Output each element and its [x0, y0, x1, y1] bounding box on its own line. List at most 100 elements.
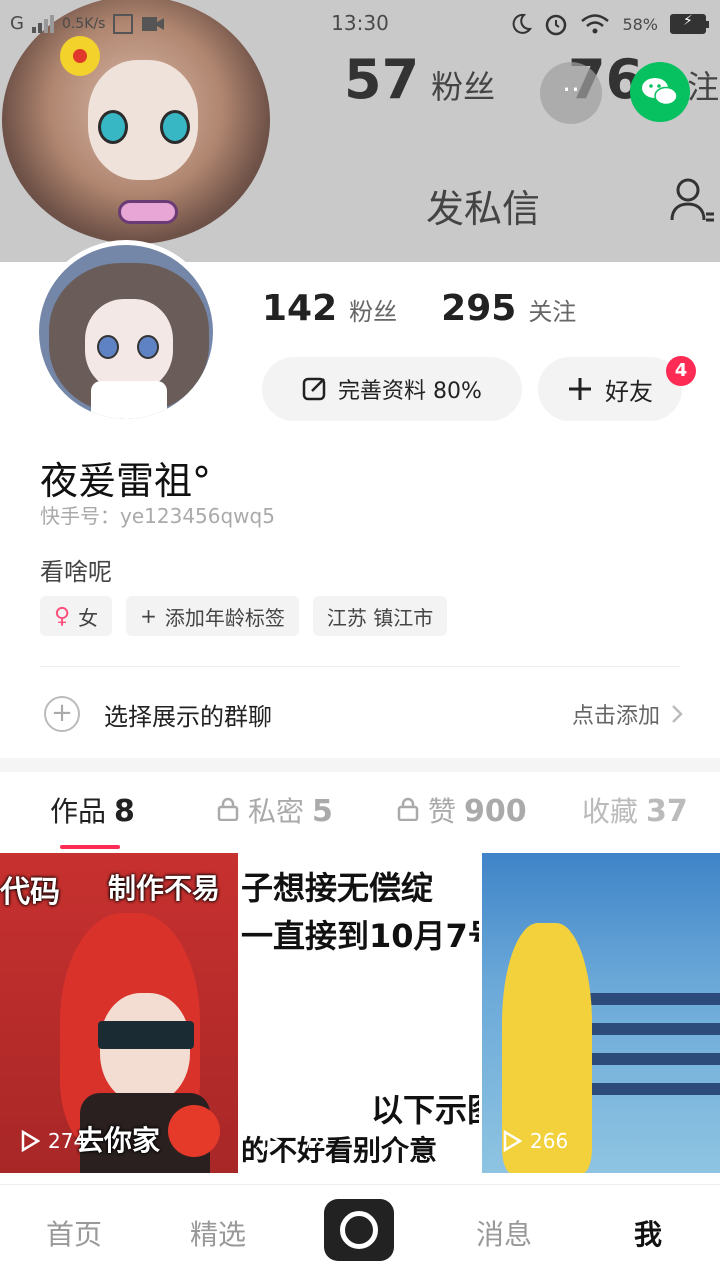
play-count-value: 266	[530, 1129, 569, 1153]
play-count: 279	[261, 1129, 327, 1153]
tab-likes-label: 赞	[428, 795, 457, 828]
add-friend-button[interactable]: 好友	[538, 357, 682, 421]
video-caption: 去你家	[76, 1124, 161, 1157]
lock-icon	[397, 797, 419, 821]
tab-favorites[interactable]: 收藏 37	[582, 790, 688, 830]
video-thumbnail-art	[98, 1021, 194, 1049]
add-age-tag-label: 添加年龄标签	[164, 605, 285, 630]
video-thumbnail-art	[572, 1023, 720, 1035]
lock-icon	[217, 797, 239, 821]
play-count-value: 274	[48, 1129, 87, 1153]
video-caption: 代码	[0, 875, 60, 910]
video-thumbnail-art	[572, 1083, 720, 1095]
group-chat-action-label: 点击添加	[571, 704, 660, 729]
tab-private-count: 5	[312, 794, 333, 829]
tab-likes[interactable]: 赞 900	[396, 790, 527, 830]
video-tile[interactable]: 代码 制作不易 去你家 274	[0, 853, 238, 1173]
plus-icon: +	[140, 604, 157, 628]
chevron-right-icon	[672, 705, 683, 723]
wechat-share-button[interactable]	[630, 62, 690, 122]
avatar-body	[91, 381, 167, 419]
nav-home[interactable]: 首页	[46, 1213, 102, 1253]
user-settings-icon[interactable]	[668, 176, 716, 224]
banner-avatar-eye	[160, 110, 190, 144]
camera-button[interactable]	[324, 1199, 394, 1261]
tab-favorites-label: 收藏	[582, 795, 639, 828]
profile-tags: ♀ 女 + 添加年龄标签 江苏 镇江市	[40, 596, 448, 636]
video-caption: 制作不易	[108, 872, 221, 905]
add-age-tag[interactable]: + 添加年龄标签	[126, 596, 299, 636]
alarm-icon	[546, 14, 567, 36]
add-friend-label: 好友	[605, 377, 653, 406]
profile-name: 夜爰雷祖°	[40, 459, 212, 503]
status-bar: G 0.5K/s 13:30 58% ⚡	[0, 0, 720, 48]
plus-icon	[569, 378, 591, 400]
fans-label: 粉丝	[349, 298, 398, 326]
complete-profile-label: 完善资料 80%	[338, 379, 482, 404]
gender-tag: ♀ 女	[40, 596, 113, 636]
tab-works-label: 作品	[50, 795, 107, 828]
video-caption: 一直接到10月7号	[241, 917, 479, 955]
avatar-eye	[97, 335, 119, 359]
following-stat[interactable]: 295 关注	[441, 288, 576, 329]
battery-icon: ⚡	[670, 13, 709, 34]
group-chat-action[interactable]: 点击添加	[572, 698, 684, 730]
banner-avatar-eye	[98, 110, 128, 144]
following-count: 295	[441, 288, 517, 329]
banner-bow-decoration	[118, 200, 178, 224]
video-grid: 代码 制作不易 去你家 274 子想接无偿绽 一直接到10月7号 以下示图 的不…	[0, 853, 720, 1173]
section-separator	[0, 758, 720, 772]
female-icon: ♀	[54, 603, 71, 629]
video-caption: 子想接无偿绽	[241, 869, 434, 907]
video-caption: 以下示图	[371, 1091, 479, 1129]
nav-featured[interactable]: 精选	[190, 1213, 246, 1253]
profile-bio: 看啥呢	[40, 558, 112, 586]
add-circle-icon: +	[44, 696, 80, 732]
video-tile[interactable]: 266	[482, 853, 720, 1173]
play-icon	[21, 1130, 40, 1152]
banner-message-button[interactable]: 发私信	[426, 178, 540, 233]
battery-percent: 58%	[622, 14, 658, 34]
group-chat-label: 选择展示的群聊	[104, 702, 272, 731]
tab-private[interactable]: 私密 5	[216, 790, 333, 830]
avatar-eye	[137, 335, 159, 359]
banner-fans-count: 57	[344, 48, 420, 111]
tab-works-count: 8	[114, 794, 135, 829]
friend-request-badge: 4	[666, 356, 696, 386]
account-id: 快手号：ye123456qwq5	[40, 504, 275, 528]
section-divider	[40, 666, 680, 667]
angry-emoji	[168, 1105, 220, 1157]
bottom-navigation: 首页 精选 消息 我	[0, 1184, 720, 1280]
active-tab-indicator	[60, 845, 120, 849]
profile-avatar[interactable]	[34, 240, 218, 424]
wechat-icon	[642, 78, 678, 106]
play-count: 266	[502, 1129, 568, 1153]
tab-private-label: 私密	[248, 795, 305, 828]
location-tag: 江苏 镇江市	[312, 596, 448, 636]
tab-favorites-count: 37	[646, 794, 688, 829]
video-tile[interactable]: 子想接无偿绽 一直接到10月7号 以下示图 的不好看别介意 279	[241, 853, 479, 1173]
play-count-value: 279	[289, 1129, 328, 1153]
location-tag-label: 江苏 镇江市	[326, 605, 434, 630]
moon-icon	[513, 13, 533, 34]
edit-icon	[302, 377, 326, 401]
profile-stats: 142 粉丝 295 关注	[262, 288, 576, 329]
group-chat-row[interactable]: + 选择展示的群聊 点击添加	[44, 692, 684, 736]
play-icon	[503, 1130, 522, 1152]
banner-fans-stat[interactable]: 57 粉丝	[344, 48, 495, 111]
profile-banner: 57 粉丝 76 关注 发私信 ·· G 0.5K/s	[0, 0, 720, 262]
video-thumbnail-art	[572, 993, 720, 1005]
nav-me[interactable]: 我	[634, 1213, 662, 1253]
more-options-button[interactable]: ··	[540, 62, 602, 124]
battery-charging-mark: ⚡	[683, 13, 693, 29]
fans-count: 142	[262, 288, 338, 329]
gender-tag-label: 女	[78, 605, 99, 630]
tab-works[interactable]: 作品 8	[50, 790, 135, 830]
play-count: 274	[20, 1129, 86, 1153]
fans-stat[interactable]: 142 粉丝	[262, 288, 397, 329]
complete-profile-button[interactable]: 完善资料 80%	[262, 357, 522, 421]
play-icon	[262, 1130, 281, 1152]
tab-likes-count: 900	[464, 794, 527, 829]
nav-messages[interactable]: 消息	[476, 1213, 532, 1253]
video-thumbnail-art	[572, 1053, 720, 1065]
